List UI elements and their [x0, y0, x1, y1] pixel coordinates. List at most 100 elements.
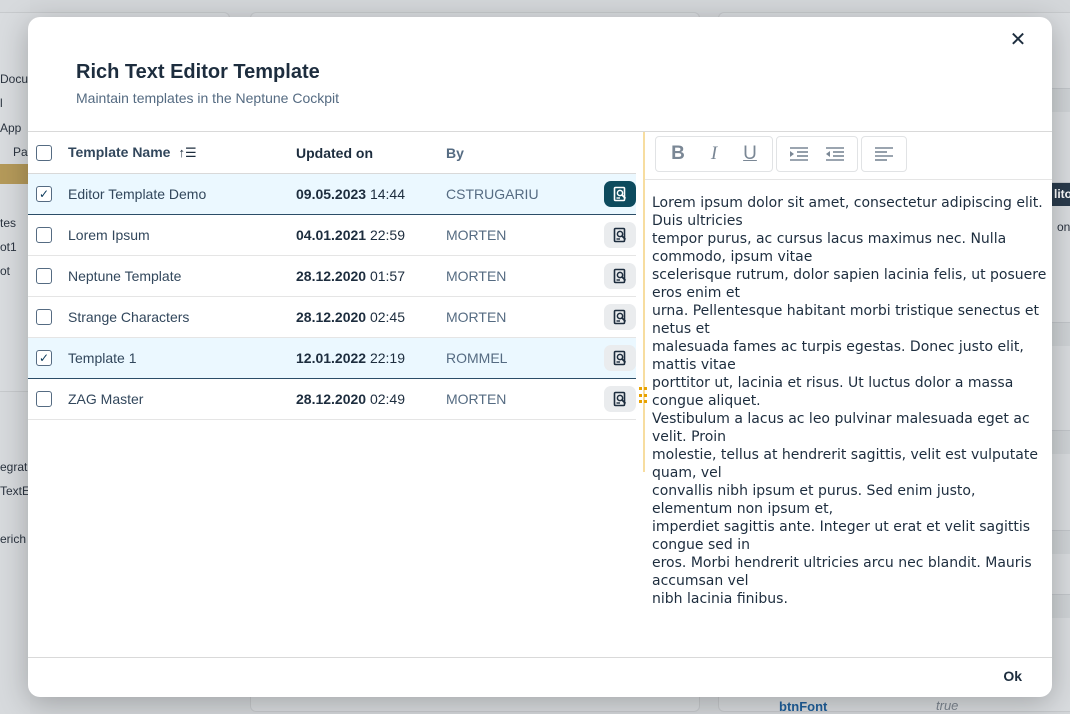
table-row[interactable]: Neptune Template 28.12.2020 01:57 MORTEN — [28, 256, 636, 297]
preview-icon — [612, 391, 628, 407]
updated-time: 22:19 — [369, 350, 406, 366]
updated-by: MORTEN — [446, 227, 507, 243]
editor-toolbar: B I U — [655, 136, 908, 172]
template-name: Editor Template Demo — [68, 186, 207, 202]
background-label: erich — [0, 532, 27, 546]
updated-on: 28.12.2020 02:45 — [296, 309, 446, 325]
outdent-button[interactable] — [817, 139, 853, 169]
preview-button[interactable] — [604, 222, 636, 248]
indent-button[interactable] — [781, 139, 817, 169]
updated-by: CSTRUGARIU — [446, 186, 539, 202]
close-button[interactable]: ✕ — [1006, 27, 1030, 51]
updated-date: 12.01.2022 — [296, 350, 367, 366]
background-link: btnFont — [779, 699, 828, 714]
row-checkbox[interactable] — [36, 268, 52, 284]
editor-line: tempor purus, ac cursus lacus maximus ne… — [652, 231, 1007, 265]
background-value: true — [936, 698, 959, 713]
underline-icon: U — [743, 143, 757, 164]
row-checkbox[interactable]: ✓ — [36, 186, 52, 202]
template-name: Neptune Template — [68, 268, 182, 284]
updated-time: 14:44 — [369, 186, 406, 202]
background-label: ot — [0, 264, 11, 278]
updated-date: 04.01.2021 — [296, 227, 367, 243]
preview-button[interactable] — [604, 181, 636, 207]
template-name: Template 1 — [68, 350, 137, 366]
updated-on: 04.01.2021 22:59 — [296, 227, 446, 243]
pane-splitter[interactable] — [643, 132, 645, 472]
updated-date: 28.12.2020 — [296, 268, 367, 284]
editor-line: eros. Morbi hendrerit ultricies arcu nec… — [652, 555, 1032, 589]
underline-button[interactable]: U — [732, 139, 768, 169]
background-label: Docu — [0, 72, 29, 86]
splitter-grip-icon[interactable] — [639, 387, 647, 403]
table-row[interactable]: ✓ Editor Template Demo 09.05.2023 14:44 … — [28, 174, 636, 215]
toolbar-group-align — [861, 136, 907, 172]
preview-button[interactable] — [604, 386, 636, 412]
preview-icon — [612, 186, 628, 202]
editor-content[interactable]: Lorem ipsum dolor sit amet, consectetur … — [652, 194, 1050, 608]
row-checkbox[interactable] — [36, 309, 52, 325]
editor-line: malesuada fames ac turpis egestas. Donec… — [652, 339, 1024, 373]
background-label: App — [0, 121, 22, 135]
preview-icon — [612, 350, 628, 366]
toolbar-group-format: B I U — [655, 136, 773, 172]
updated-time: 22:59 — [369, 227, 406, 243]
sort-ascending-icon: ↑☰ — [178, 145, 197, 160]
row-checkbox[interactable] — [36, 391, 52, 407]
updated-time: 01:57 — [369, 268, 406, 284]
updated-by: MORTEN — [446, 309, 507, 325]
preview-button[interactable] — [604, 345, 636, 371]
template-name: ZAG Master — [68, 391, 144, 407]
editor-line: convallis nibh ipsum et purus. Sed enim … — [652, 483, 976, 517]
bold-button[interactable]: B — [660, 139, 696, 169]
footer-divider — [28, 657, 1052, 658]
table-row[interactable]: ZAG Master 28.12.2020 02:49 MORTEN — [28, 379, 636, 420]
updated-date: 28.12.2020 — [296, 391, 367, 407]
background-strip — [1052, 88, 1070, 112]
editor-line: urna. Pellentesque habitant morbi tristi… — [652, 303, 1040, 337]
table-row[interactable]: Lorem Ipsum 04.01.2021 22:59 MORTEN — [28, 215, 636, 256]
italic-icon: I — [710, 143, 718, 164]
align-left-button[interactable] — [866, 139, 902, 169]
template-dialog: ✕ Rich Text Editor Template Maintain tem… — [28, 17, 1052, 697]
template-table: Template Name ↑☰ Updated on By ✓ Editor T… — [28, 132, 636, 420]
editor-line: scelerisque rutrum, dolor sapien lacinia… — [652, 267, 1047, 301]
updated-on: 09.05.2023 14:44 — [296, 186, 446, 202]
editor-line: Vestibulum a lacus ac leo pulvinar males… — [652, 411, 1030, 445]
close-icon: ✕ — [1009, 28, 1027, 51]
indent-icon — [790, 147, 808, 161]
ok-button[interactable]: Ok — [1003, 668, 1022, 684]
updated-on: 28.12.2020 01:57 — [296, 268, 446, 284]
editor-line: porttitor ut, lacinia et risus. Ut luctu… — [652, 375, 1014, 409]
row-checkbox[interactable] — [36, 227, 52, 243]
italic-button[interactable]: I — [696, 139, 732, 169]
background-label: egrati — [0, 460, 31, 474]
row-checkbox[interactable]: ✓ — [36, 350, 52, 366]
updated-by: MORTEN — [446, 268, 507, 284]
background-strip — [1052, 430, 1070, 454]
updated-on: 28.12.2020 02:49 — [296, 391, 446, 407]
updated-by: ROMMEL — [446, 350, 508, 366]
toolbar-group-indent — [776, 136, 858, 172]
updated-by: MORTEN — [446, 391, 507, 407]
column-header-name[interactable]: Template Name ↑☰ — [68, 144, 296, 161]
preview-button[interactable] — [604, 304, 636, 330]
align-left-icon — [875, 147, 893, 161]
dialog-subtitle: Maintain templates in the Neptune Cockpi… — [76, 90, 340, 106]
updated-time: 02:49 — [369, 391, 406, 407]
preview-button[interactable] — [604, 263, 636, 289]
template-name: Strange Characters — [68, 309, 190, 325]
table-row[interactable]: Strange Characters 28.12.2020 02:45 MORT… — [28, 297, 636, 338]
preview-icon — [612, 268, 628, 284]
outdent-icon — [826, 147, 844, 161]
background-label: Pa — [13, 145, 28, 159]
select-all-checkbox[interactable] — [36, 144, 52, 161]
table-row[interactable]: ✓ Template 1 12.01.2022 22:19 ROMMEL — [28, 338, 636, 379]
column-header-updated[interactable]: Updated on — [296, 145, 446, 161]
background-label: on — [1057, 220, 1070, 234]
background-strip — [1052, 530, 1070, 554]
template-name: Lorem Ipsum — [68, 227, 150, 243]
column-header-by[interactable]: By — [446, 145, 596, 161]
background-strip — [1052, 594, 1070, 618]
updated-date: 28.12.2020 — [296, 309, 367, 325]
